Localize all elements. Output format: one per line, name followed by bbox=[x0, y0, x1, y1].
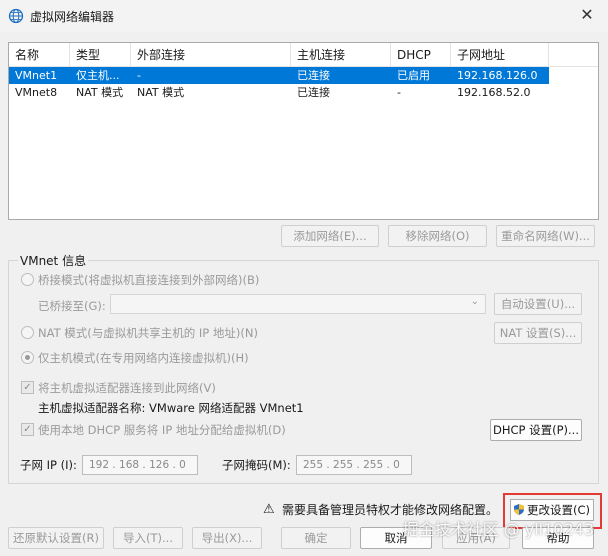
ok-button[interactable]: 确定 bbox=[281, 527, 351, 549]
column-header-dhcp[interactable]: DHCP bbox=[391, 43, 451, 67]
cell-host: 已连接 bbox=[297, 69, 330, 82]
cell-dhcp: 已启用 bbox=[397, 69, 430, 82]
bridge-mode-label: 桥接模式(将虚拟机直接连接到外部网络)(B) bbox=[38, 273, 260, 287]
export-button[interactable]: 导出(X)... bbox=[192, 527, 262, 549]
bridged-to-select[interactable]: ⌄ bbox=[110, 294, 486, 314]
restore-defaults-button[interactable]: 还原默认设置(R) bbox=[8, 527, 104, 549]
bridge-mode-radio[interactable] bbox=[21, 273, 34, 286]
auto-settings-button[interactable]: 自动设置(U)... bbox=[494, 293, 582, 315]
subnet-mask-field[interactable]: 255 . 255 . 255 . 0 bbox=[296, 455, 412, 475]
column-header-name[interactable]: 名称 bbox=[9, 43, 70, 67]
cell-type: 仅主机... bbox=[76, 69, 120, 82]
connect-adapter-checkbox[interactable]: ✓ bbox=[21, 381, 34, 394]
cell-subnet: 192.168.126.0 bbox=[457, 69, 538, 82]
connect-adapter-label: 将主机虚拟适配器连接到此网络(V) bbox=[38, 381, 216, 395]
add-network-button[interactable]: 添加网络(E)... bbox=[281, 225, 379, 247]
import-button[interactable]: 导入(T)... bbox=[113, 527, 183, 549]
watermark: 掘金技术社区 @ yll10243 bbox=[402, 520, 594, 539]
cell-external: NAT 模式 bbox=[137, 86, 185, 99]
network-globe-icon bbox=[8, 8, 24, 24]
chevron-down-icon: ⌄ bbox=[470, 296, 479, 307]
cell-host: 已连接 bbox=[297, 86, 330, 99]
rename-network-button[interactable]: 重命名网络(W)... bbox=[496, 225, 595, 247]
nat-mode-radio[interactable] bbox=[21, 326, 34, 339]
cell-external: - bbox=[137, 69, 141, 82]
cell-dhcp: - bbox=[397, 86, 401, 99]
adapter-name-text: 主机虚拟适配器名称: VMware 网络适配器 VMnet1 bbox=[38, 401, 304, 415]
bridged-to-label: 已桥接至(G): bbox=[38, 299, 106, 313]
vmnet-info-label: VMnet 信息 bbox=[18, 252, 89, 269]
cell-name: VMnet1 bbox=[15, 69, 58, 82]
table-row[interactable]: VMnet8 NAT 模式 NAT 模式 已连接 - 192.168.52.0 bbox=[9, 84, 549, 101]
dhcp-settings-button[interactable]: DHCP 设置(P)... bbox=[490, 419, 582, 441]
nat-settings-button[interactable]: NAT 设置(S)... bbox=[494, 322, 582, 344]
warning-icon: ⚠ bbox=[263, 502, 275, 517]
network-list[interactable]: 名称 类型 外部连接 主机连接 DHCP 子网地址 VMnet1 仅主机... … bbox=[8, 42, 599, 220]
table-row[interactable]: VMnet1 仅主机... - 已连接 已启用 192.168.126.0 bbox=[9, 67, 549, 84]
subnet-mask-label: 子网掩码(M): bbox=[222, 458, 291, 472]
cell-type: NAT 模式 bbox=[76, 86, 124, 99]
nat-mode-label: NAT 模式(与虚拟机共享主机的 IP 地址)(N) bbox=[38, 326, 258, 340]
use-dhcp-checkbox[interactable]: ✓ bbox=[21, 423, 34, 436]
remove-network-button[interactable]: 移除网络(O) bbox=[388, 225, 487, 247]
list-header: 名称 类型 外部连接 主机连接 DHCP 子网地址 bbox=[9, 43, 598, 67]
column-header-host[interactable]: 主机连接 bbox=[291, 43, 391, 67]
close-icon[interactable]: ✕ bbox=[576, 4, 598, 26]
window-title: 虚拟网络编辑器 bbox=[30, 10, 115, 24]
title-bar: 虚拟网络编辑器 ✕ bbox=[0, 0, 608, 32]
column-header-type[interactable]: 类型 bbox=[70, 43, 131, 67]
host-only-radio[interactable] bbox=[21, 351, 34, 364]
cell-subnet: 192.168.52.0 bbox=[457, 86, 531, 99]
change-settings-label: 更改设置(C) bbox=[526, 503, 590, 517]
uac-shield-icon bbox=[513, 504, 524, 515]
subnet-ip-label: 子网 IP (I): bbox=[20, 458, 77, 472]
use-dhcp-label: 使用本地 DHCP 服务将 IP 地址分配给虚拟机(D) bbox=[38, 423, 286, 437]
column-header-subnet[interactable]: 子网地址 bbox=[451, 43, 549, 67]
column-header-external[interactable]: 外部连接 bbox=[131, 43, 291, 67]
subnet-ip-field[interactable]: 192 . 168 . 126 . 0 bbox=[82, 455, 198, 475]
host-only-label: 仅主机模式(在专用网络内连接虚拟机)(H) bbox=[38, 351, 249, 365]
cell-name: VMnet8 bbox=[15, 86, 58, 99]
